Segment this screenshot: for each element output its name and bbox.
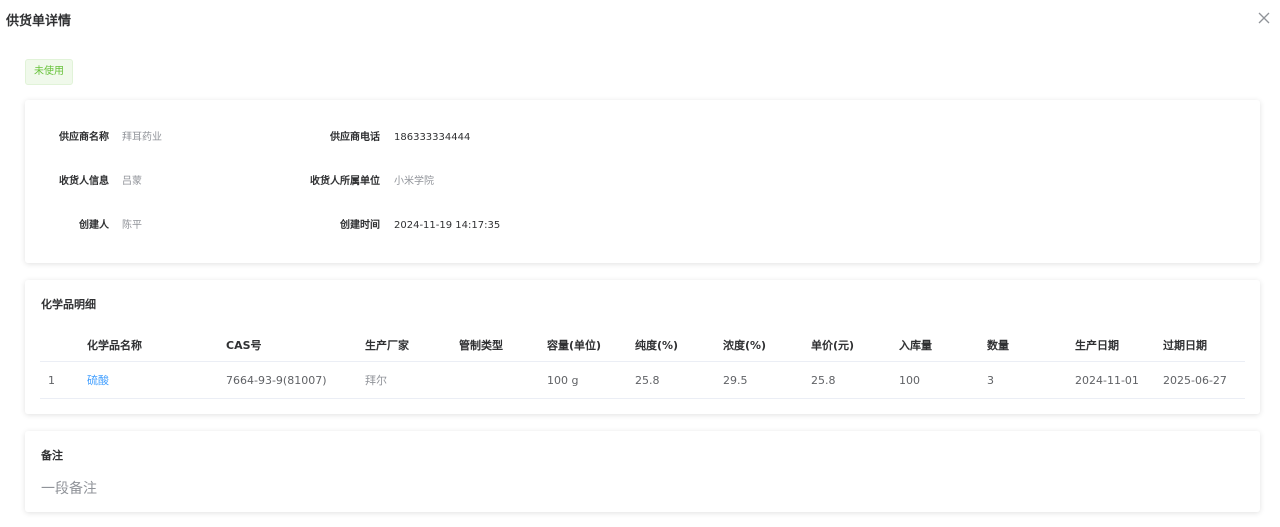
column-header: 过期日期 [1163, 338, 1207, 352]
column-header: 管制类型 [459, 338, 503, 352]
remarks-title: 备注 [41, 449, 63, 462]
table-row: 1 硫酸 7664-93-9(81007) 拜尔 100 g 25.8 29.5… [40, 362, 1245, 399]
creator-value: 陈平 [122, 220, 142, 231]
concentration-cell: 29.5 [723, 373, 748, 387]
close-icon[interactable] [1256, 10, 1272, 26]
remarks-text: 一段备注 [41, 481, 97, 497]
stock-in-cell: 100 [899, 373, 920, 387]
receiver-label: 收货人信息 [59, 176, 109, 187]
column-header: 生产厂家 [365, 338, 409, 352]
supplier-phone-label: 供应商电话 [330, 132, 380, 143]
supplier-name-value: 拜耳药业 [122, 132, 162, 143]
column-header: 入库量 [899, 338, 932, 352]
remarks-card: 备注 一段备注 [25, 431, 1260, 512]
creator-label: 创建人 [79, 220, 109, 231]
column-header: 单价(元) [811, 338, 855, 352]
column-header: 数量 [987, 338, 1009, 352]
expiry-date-cell: 2025-06-27 [1163, 373, 1227, 387]
manufacturer-cell: 拜尔 [365, 374, 387, 387]
purity-cell: 25.8 [635, 373, 660, 387]
cas-cell: 7664-93-9(81007) [226, 373, 327, 387]
chemical-details-title: 化学品明细 [41, 298, 96, 311]
receiver-unit-label: 收货人所属单位 [310, 176, 380, 187]
receiver-unit-value: 小米学院 [394, 176, 434, 187]
receiver-value: 吕蒙 [122, 176, 142, 187]
quantity-cell: 3 [987, 373, 994, 387]
status-badge: 未使用 [25, 59, 73, 85]
price-cell: 25.8 [811, 373, 836, 387]
column-header: CAS号 [226, 338, 262, 352]
column-header: 纯度(%) [635, 338, 679, 352]
column-header: 生产日期 [1075, 338, 1119, 352]
chemical-name-link[interactable]: 硫酸 [87, 362, 109, 398]
column-header: 容量(单位) [547, 338, 602, 352]
table-header: 化学品名称 CAS号 生产厂家 管制类型 容量(单位) 纯度(%) 浓度(%) … [40, 328, 1245, 362]
supplier-phone-value: 186333334444 [394, 132, 471, 143]
production-date-cell: 2024-11-01 [1075, 373, 1139, 387]
created-time-label: 创建时间 [340, 220, 380, 231]
row-index: 1 [48, 373, 55, 387]
column-header: 浓度(%) [723, 338, 767, 352]
created-time-value: 2024-11-19 14:17:35 [394, 220, 501, 231]
chemical-details-card: 化学品明细 化学品名称 CAS号 生产厂家 管制类型 容量(单位) 纯度(%) … [25, 280, 1260, 414]
supplier-info-card: 供应商名称 拜耳药业 供应商电话 186333334444 收货人信息 吕蒙 收… [25, 100, 1260, 263]
supplier-name-label: 供应商名称 [59, 132, 109, 143]
capacity-cell: 100 g [547, 373, 579, 387]
column-header: 化学品名称 [87, 338, 142, 352]
chemical-table: 化学品名称 CAS号 生产厂家 管制类型 容量(单位) 纯度(%) 浓度(%) … [40, 328, 1245, 399]
info-row-supplier: 供应商名称 拜耳药业 供应商电话 186333334444 [25, 130, 1260, 146]
info-row-creator: 创建人 陈平 创建时间 2024-11-19 14:17:35 [25, 218, 1260, 234]
dialog-title: 供货单详情 [6, 14, 72, 29]
info-row-receiver: 收货人信息 吕蒙 收货人所属单位 小米学院 [25, 174, 1260, 190]
